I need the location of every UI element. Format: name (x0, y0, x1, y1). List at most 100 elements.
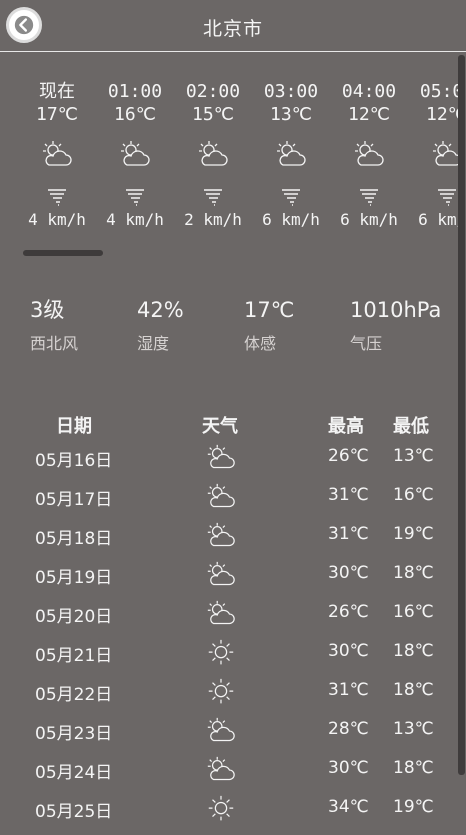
humidity-label: 湿度 (137, 334, 170, 353)
day-low: 19℃ (393, 797, 434, 817)
day-high: 30℃ (328, 563, 369, 583)
hour-wind-speed: 4 km/h (106, 210, 164, 229)
list-item: 05月22日 31℃ 18℃ (0, 675, 458, 714)
day-date: 05月21日 (35, 646, 113, 666)
sunny-icon (205, 638, 237, 668)
list-item: 05月21日 30℃ 18℃ (0, 636, 458, 675)
day-high: 31℃ (328, 485, 369, 505)
day-low: 18℃ (393, 563, 434, 583)
hour-wind-speed: 6 km/h (418, 210, 458, 229)
low-column-header: 最低 (393, 416, 429, 437)
hourly-item: 01:00 16℃ 4 km/h (96, 80, 174, 229)
wind-icon (123, 185, 147, 207)
page-title: 北京市 (202, 18, 263, 40)
wind-icon (357, 185, 381, 207)
day-high: 30℃ (328, 641, 369, 661)
partly-cloudy-icon (205, 755, 237, 785)
day-high: 30℃ (328, 758, 369, 778)
partly-cloudy-icon (205, 482, 237, 512)
app-header: 北京市 (0, 0, 466, 52)
day-high: 28℃ (328, 719, 369, 739)
list-item: 05月18日 31℃ 19℃ (0, 519, 458, 558)
partly-cloudy-icon (118, 139, 152, 169)
hour-temp: 12℃ (426, 104, 458, 125)
day-date: 05月16日 (35, 451, 113, 471)
hourly-item: 现在 17℃ 4 km/h (18, 80, 96, 229)
hour-temp: 13℃ (270, 104, 312, 125)
hour-temp: 12℃ (348, 104, 390, 125)
wind-icon (45, 185, 69, 207)
hour-wind-speed: 4 km/h (28, 210, 86, 229)
pressure-value: 1010hPa (350, 298, 442, 322)
hour-time: 03:00 (263, 81, 319, 102)
list-item: 05月25日 34℃ 19℃ (0, 792, 458, 831)
wind-icon (435, 185, 458, 207)
horizontal-scrollbar[interactable] (23, 250, 103, 256)
partly-cloudy-icon (196, 139, 230, 169)
day-date: 05月20日 (35, 607, 113, 627)
sunny-icon (205, 794, 237, 824)
day-date: 05月25日 (35, 802, 113, 822)
partly-cloudy-icon (205, 521, 237, 551)
partly-cloudy-icon (205, 443, 237, 473)
hourly-forecast[interactable]: 现在 17℃ 4 km/h 01:00 16℃ 4 km/h 02:00 15℃ 2 km/h 0… (0, 80, 458, 260)
humidity-stat: 42% 湿度 (137, 296, 184, 354)
hour-time: 02:00 (185, 81, 241, 102)
day-date: 05月19日 (35, 568, 113, 588)
hour-wind-speed: 6 km/h (340, 210, 398, 229)
list-item: 05月19日 30℃ 18℃ (0, 558, 458, 597)
day-date: 05月18日 (35, 529, 113, 549)
day-low: 16℃ (393, 485, 434, 505)
date-column-header: 日期 (56, 416, 92, 437)
day-date: 05月24日 (35, 763, 113, 783)
list-item: 05月24日 30℃ 18℃ (0, 753, 458, 792)
hourly-item: 02:00 15℃ 2 km/h (174, 80, 252, 229)
hourly-item: 04:00 12℃ 6 km/h (330, 80, 408, 229)
wind-icon (279, 185, 303, 207)
day-date: 05月23日 (35, 724, 113, 744)
day-low: 13℃ (393, 719, 434, 739)
day-low: 18℃ (393, 680, 434, 700)
high-column-header: 最高 (328, 416, 364, 437)
feels-like-stat: 17℃ 体感 (244, 296, 294, 354)
hour-temp: 15℃ (192, 104, 234, 125)
partly-cloudy-icon (352, 139, 386, 169)
daily-forecast-list[interactable]: 05月16日 26℃ 13℃ 05月17日 31℃ 16℃ 05月18日 31℃ 19℃ 05月1… (0, 441, 458, 831)
day-low: 18℃ (393, 758, 434, 778)
partly-cloudy-icon (205, 599, 237, 629)
day-low: 19℃ (393, 524, 434, 544)
wind-direction-label: 西北风 (30, 334, 79, 353)
list-item: 05月16日 26℃ 13℃ (0, 441, 458, 480)
hour-time: 04:00 (341, 81, 397, 102)
weather-column-header: 天气 (202, 416, 238, 437)
hourly-item: 03:00 13℃ 6 km/h (252, 80, 330, 229)
pressure-label: 气压 (350, 334, 383, 353)
hour-temp: 16℃ (114, 104, 156, 125)
day-low: 16℃ (393, 602, 434, 622)
day-high: 31℃ (328, 680, 369, 700)
day-low: 18℃ (393, 641, 434, 661)
partly-cloudy-icon (430, 139, 458, 169)
feels-like-value: 17℃ (244, 298, 295, 322)
day-low: 13℃ (393, 446, 434, 466)
feels-like-label: 体感 (244, 334, 277, 353)
partly-cloudy-icon (205, 560, 237, 590)
day-date: 05月22日 (35, 685, 113, 705)
hour-time: 现在 (39, 81, 75, 102)
day-high: 34℃ (328, 797, 369, 817)
sunny-icon (205, 677, 237, 707)
vertical-scrollbar[interactable] (458, 55, 465, 775)
wind-icon (201, 185, 225, 207)
partly-cloudy-icon (40, 139, 74, 169)
list-item: 05月23日 28℃ 13℃ (0, 714, 458, 753)
hour-wind-speed: 6 km/h (262, 210, 320, 229)
day-high: 26℃ (328, 602, 369, 622)
list-item: 05月17日 31℃ 16℃ (0, 480, 458, 519)
partly-cloudy-icon (205, 716, 237, 746)
day-high: 26℃ (328, 446, 369, 466)
day-high: 31℃ (328, 524, 369, 544)
pressure-stat: 1010hPa 气压 (350, 296, 441, 354)
humidity-value: 42% (137, 298, 184, 322)
hour-wind-speed: 2 km/h (184, 210, 242, 229)
hourly-item: 05:0012℃ 6 km/h (408, 80, 458, 229)
